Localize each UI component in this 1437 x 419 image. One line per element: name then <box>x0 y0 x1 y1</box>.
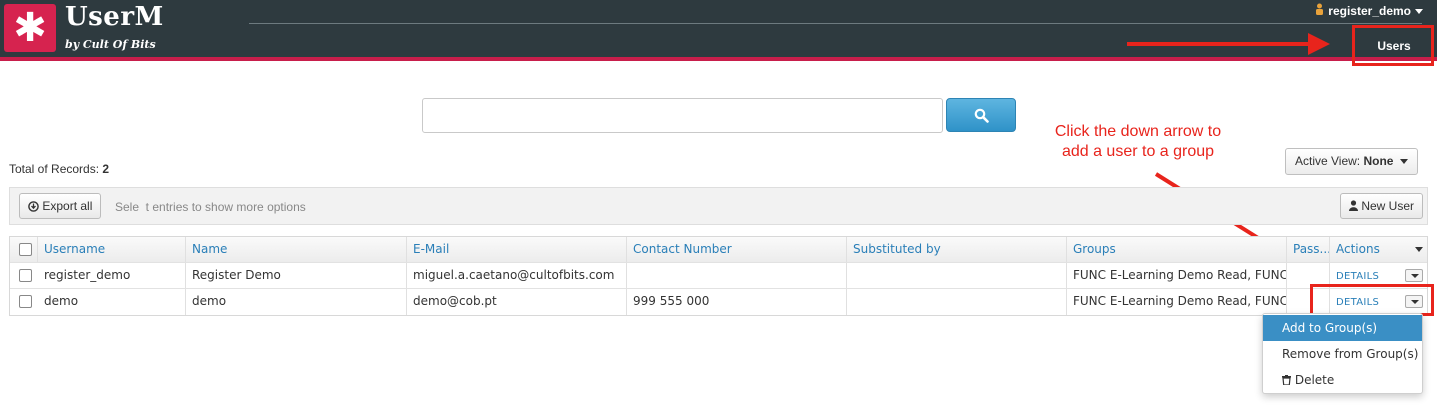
person-icon <box>1315 3 1324 18</box>
col-username[interactable]: Username <box>38 237 186 262</box>
select-all-cell <box>10 237 38 262</box>
user-menu[interactable]: register_demo <box>1315 3 1423 18</box>
cell-username: register_demo <box>38 263 186 288</box>
cell-email: demo@cob.pt <box>407 289 627 315</box>
cell-name: Register Demo <box>186 263 407 288</box>
row-actions-dropdown-button[interactable] <box>1405 269 1423 282</box>
search-button[interactable] <box>946 98 1016 132</box>
header-accent-line <box>0 57 1437 61</box>
cell-email: miguel.a.caetano@cultofbits.com <box>407 263 627 288</box>
col-email[interactable]: E-Mail <box>407 237 627 262</box>
caret-down-icon <box>1415 4 1423 18</box>
col-actions: Actions <box>1336 242 1380 256</box>
search-icon <box>974 108 989 123</box>
col-contact[interactable]: Contact Number <box>627 237 847 262</box>
logo-icon[interactable]: ✱ <box>4 4 56 52</box>
menu-item-delete[interactable]: Delete <box>1263 367 1422 393</box>
menu-item-remove-from-groups[interactable]: Remove from Group(s) <box>1263 341 1422 367</box>
row-checkbox[interactable] <box>19 269 32 282</box>
table-header-row: Username Name E-Mail Contact Number Subs… <box>10 237 1427 263</box>
col-password[interactable]: Pass... <box>1287 237 1330 262</box>
cell-substituted <box>847 263 1067 288</box>
download-icon <box>28 201 39 212</box>
app-title: UserM <box>65 2 164 32</box>
details-link[interactable]: DETAILS <box>1336 271 1379 282</box>
active-view-dropdown[interactable]: Active View: None <box>1285 148 1418 175</box>
cell-name: demo <box>186 289 407 315</box>
table-row[interactable]: demo demo demo@cob.pt 999 555 000 FUNC E… <box>10 289 1427 315</box>
selection-hint: Sele t entries to show more options <box>115 200 306 214</box>
columns-menu-icon[interactable] <box>1415 247 1423 253</box>
cell-groups: FUNC E-Learning Demo Read, FUNC ... <box>1067 289 1287 315</box>
user-menu-label: register_demo <box>1328 3 1411 18</box>
annotation-arrowhead-users <box>1308 33 1330 55</box>
total-records: Total of Records: 2 <box>9 162 109 176</box>
export-all-label: Export all <box>42 199 93 213</box>
app-header: ✱ UserM by Cult Of Bits register_demo Us… <box>0 0 1437 57</box>
cell-contact: 999 555 000 <box>627 289 847 315</box>
cell-username: demo <box>38 289 186 315</box>
users-table: Username Name E-Mail Contact Number Subs… <box>9 236 1428 316</box>
cell-groups: FUNC E-Learning Demo Read, FUNC ... <box>1067 263 1287 288</box>
cell-contact <box>627 263 847 288</box>
cell-substituted <box>847 289 1067 315</box>
export-all-button[interactable]: Export all <box>19 193 102 219</box>
search-input[interactable] <box>422 98 943 133</box>
trash-icon <box>1282 375 1291 386</box>
table-toolbar: Export all Sele t entries to show more o… <box>9 187 1428 225</box>
active-view-label: Active View: <box>1295 154 1361 168</box>
menu-item-add-to-groups[interactable]: Add to Group(s) <box>1263 315 1422 341</box>
annotation-box-actions <box>1310 284 1434 316</box>
table-row[interactable]: register_demo Register Demo miguel.a.cae… <box>10 263 1427 289</box>
header-divider <box>249 23 1422 24</box>
col-name[interactable]: Name <box>186 237 407 262</box>
annotation-box-users <box>1352 25 1434 66</box>
total-records-label: Total of Records: <box>9 162 100 176</box>
new-user-button[interactable]: New User <box>1340 193 1424 219</box>
col-groups[interactable]: Groups <box>1067 237 1287 262</box>
col-substituted[interactable]: Substituted by <box>847 237 1067 262</box>
row-select-cell <box>10 263 38 288</box>
total-records-value: 2 <box>102 162 110 176</box>
new-user-label: New User <box>1361 199 1415 213</box>
user-icon <box>1349 200 1358 211</box>
caret-down-icon <box>1400 159 1408 164</box>
row-checkbox[interactable] <box>19 295 32 308</box>
active-view-value: None <box>1363 154 1394 168</box>
annotation-text: Click the down arrow to add a user to a … <box>1030 122 1246 162</box>
menu-item-delete-label: Delete <box>1294 373 1335 387</box>
app-subtitle: by Cult Of Bits <box>65 38 156 51</box>
annotation-arrow-users <box>1127 42 1317 46</box>
row-actions-menu: Add to Group(s) Remove from Group(s) Del… <box>1262 313 1423 394</box>
row-select-cell <box>10 289 38 315</box>
select-all-checkbox[interactable] <box>19 243 32 256</box>
annotation-line-2: add a user to a group <box>1061 143 1215 160</box>
annotation-line-1: Click the down arrow to <box>1054 123 1222 140</box>
